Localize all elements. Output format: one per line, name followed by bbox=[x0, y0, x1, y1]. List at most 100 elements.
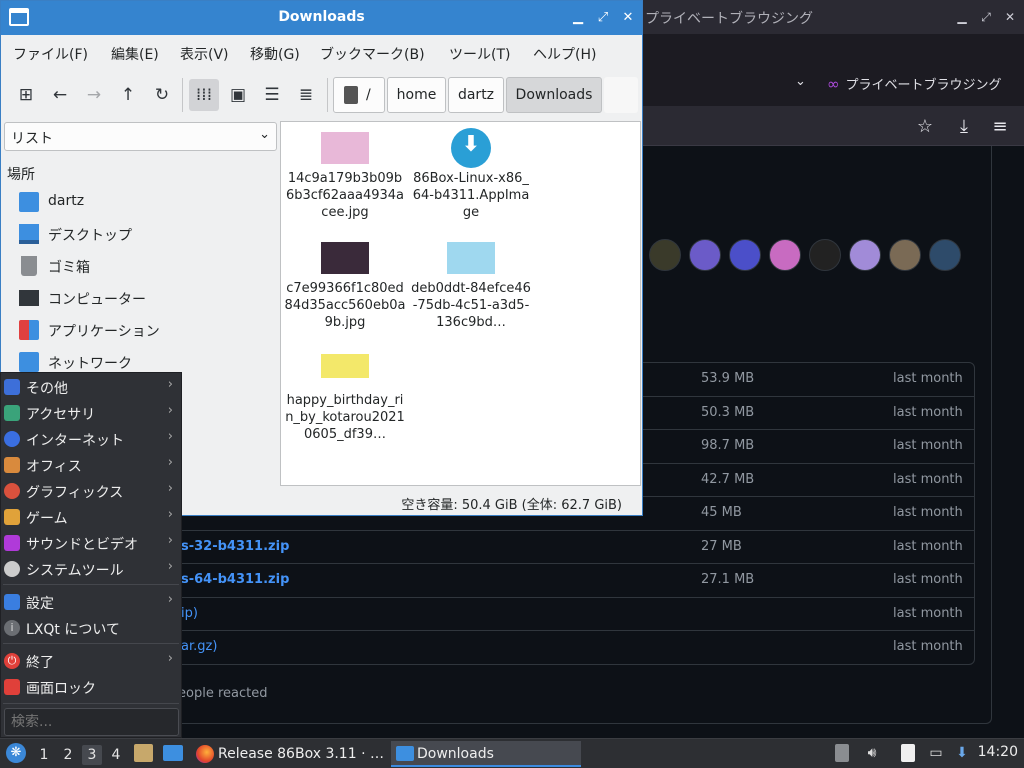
asset-link[interactable]: ar.gz) bbox=[181, 639, 217, 654]
file-view[interactable]: 14c9a179b3b09b6b3cf62aaa4934acee.jpg ⬇ 8… bbox=[280, 121, 641, 486]
avatar[interactable] bbox=[649, 239, 681, 271]
forward-arrow-icon[interactable]: → bbox=[79, 79, 109, 111]
reactions-summary: eople reacted bbox=[178, 686, 268, 701]
menu-go[interactable]: 移動(G) bbox=[250, 44, 300, 64]
clipboard-icon[interactable] bbox=[901, 744, 915, 762]
task-downloads[interactable]: Downloads bbox=[391, 741, 581, 767]
close-icon[interactable]: ✕ bbox=[1000, 7, 1020, 27]
place-computer[interactable]: コンピューター bbox=[19, 284, 277, 312]
file-manager-titlebar[interactable]: Downloads ▁ ⤢ ✕ bbox=[1, 1, 642, 35]
menu-hamburger-icon[interactable]: ≡ bbox=[989, 116, 1011, 138]
menu-category-office[interactable]: オフィス › bbox=[1, 452, 181, 478]
icon-view-icon[interactable]: ⁞⁞⁞ bbox=[189, 79, 219, 111]
lxqt-start-menu-icon[interactable]: ❋ bbox=[6, 743, 26, 763]
place-home[interactable]: dartz bbox=[19, 188, 277, 216]
menu-category-multimedia[interactable]: サウンドとビデオ › bbox=[1, 530, 181, 556]
update-notifier-icon[interactable]: ⬇ bbox=[953, 744, 971, 762]
menu-view[interactable]: 表示(V) bbox=[180, 44, 229, 64]
menu-edit[interactable]: 編集(E) bbox=[111, 44, 159, 64]
thumbnail-view-icon[interactable]: ▣ bbox=[223, 79, 253, 111]
place-trash[interactable]: ゴミ箱 bbox=[19, 252, 277, 280]
maximize-icon[interactable]: ⤢ bbox=[593, 8, 613, 28]
asset-date: last month bbox=[893, 605, 963, 621]
file-item[interactable]: c7e99366f1c80ed84d35acc560eb0a9b.jpg bbox=[284, 242, 406, 331]
asset-date: last month bbox=[893, 404, 963, 420]
menu-about-lxqt[interactable]: i LXQt について bbox=[1, 615, 181, 641]
close-icon[interactable]: ✕ bbox=[618, 8, 638, 28]
menu-tools[interactable]: ツール(T) bbox=[449, 44, 510, 64]
avatar[interactable] bbox=[889, 239, 921, 271]
workspace-3[interactable]: 3 bbox=[82, 745, 102, 765]
file-item[interactable]: happy_birthday_rin_by_kotarou20210605_df… bbox=[284, 354, 406, 443]
up-arrow-icon[interactable]: ↑ bbox=[113, 79, 143, 111]
show-desktop-icon[interactable] bbox=[163, 745, 183, 761]
workspace-1[interactable]: 1 bbox=[34, 745, 54, 765]
menu-category-other[interactable]: その他 › bbox=[1, 374, 181, 400]
menu-search-input[interactable] bbox=[4, 708, 179, 736]
maximize-icon[interactable]: ⤢ bbox=[976, 7, 996, 27]
drive-icon bbox=[344, 86, 358, 104]
asset-row[interactable]: s-64-b4311.zip 27.1 MB last month bbox=[141, 564, 974, 598]
clock[interactable]: 14:20 bbox=[978, 744, 1018, 760]
new-tab-icon[interactable]: ⊞ bbox=[11, 79, 41, 111]
menu-settings[interactable]: 設定 › bbox=[1, 589, 181, 615]
file-manager-launcher-icon[interactable] bbox=[134, 744, 153, 762]
place-desktop[interactable]: デスクトップ bbox=[19, 220, 277, 248]
compact-view-icon[interactable]: ☰ bbox=[257, 79, 287, 111]
avatar[interactable] bbox=[809, 239, 841, 271]
asset-row[interactable]: ar.gz) last month bbox=[141, 631, 974, 665]
asset-date: last month bbox=[893, 572, 963, 587]
avatar[interactable] bbox=[849, 239, 881, 271]
avatar[interactable] bbox=[729, 239, 761, 271]
asset-link[interactable]: s-64-b4311.zip bbox=[181, 572, 289, 587]
side-pane-mode-select[interactable]: リスト ⌄ bbox=[4, 122, 277, 151]
back-arrow-icon[interactable]: ← bbox=[45, 79, 75, 111]
breadcrumb-root[interactable]: / bbox=[333, 77, 385, 113]
avatar[interactable] bbox=[689, 239, 721, 271]
avatar[interactable] bbox=[769, 239, 801, 271]
menu-bookmarks[interactable]: ブックマーク(B) bbox=[320, 44, 425, 64]
menu-shutdown[interactable]: ⏻ 終了 › bbox=[1, 648, 181, 674]
breadcrumb-home[interactable]: home bbox=[387, 77, 446, 113]
volume-icon[interactable]: 🔊︎ bbox=[863, 744, 881, 762]
bookmark-star-icon[interactable]: ☆ bbox=[914, 116, 936, 138]
network-display-icon[interactable]: ▭ bbox=[927, 744, 945, 762]
menu-category-accessories[interactable]: アクセサリ › bbox=[1, 400, 181, 426]
menu-file[interactable]: ファイル(F) bbox=[13, 44, 88, 64]
menu-lock-screen[interactable]: 画面ロック bbox=[1, 674, 181, 700]
menu-about-label: LXQt について bbox=[26, 622, 120, 638]
reload-icon[interactable]: ↻ bbox=[147, 79, 177, 111]
breadcrumb-downloads[interactable]: Downloads bbox=[506, 77, 602, 113]
asset-row[interactable]: ip) last month bbox=[141, 598, 974, 631]
menu-help[interactable]: ヘルプ(H) bbox=[533, 44, 596, 64]
asset-date: last month bbox=[893, 538, 963, 554]
asset-link[interactable]: ip) bbox=[181, 606, 198, 621]
asset-size: 42.7 MB bbox=[701, 471, 755, 487]
menu-shutdown-label: 終了 bbox=[26, 655, 54, 671]
menu-category-label: アクセサリ bbox=[26, 407, 96, 423]
file-item[interactable]: 14c9a179b3b09b6b3cf62aaa4934acee.jpg bbox=[284, 132, 406, 221]
file-item[interactable]: ⬇ 86Box-Linux-x86_64-b4311.AppImage bbox=[410, 128, 532, 221]
start-menu: その他 › アクセサリ › インターネット › オフィス › グラフィックス ›… bbox=[0, 372, 182, 738]
menu-category-system-tools[interactable]: システムツール › bbox=[1, 556, 181, 582]
downloads-icon[interactable]: ⤓ bbox=[953, 116, 975, 138]
minimize-icon[interactable]: ▁ bbox=[568, 8, 588, 28]
asset-row[interactable]: s-32-b4311.zip 27 MB last month bbox=[141, 531, 974, 564]
tray-app-icon[interactable] bbox=[835, 744, 849, 762]
asset-link[interactable]: s-32-b4311.zip bbox=[181, 539, 289, 554]
file-item[interactable]: deb0ddt-84efce46-75db-4c51-a3d5-136c9bd… bbox=[410, 242, 532, 331]
breadcrumb-spacer bbox=[604, 77, 638, 113]
menu-category-internet[interactable]: インターネット › bbox=[1, 426, 181, 452]
workspace-4[interactable]: 4 bbox=[106, 745, 126, 765]
detailed-list-view-icon[interactable]: ≣ bbox=[291, 79, 321, 111]
minimize-icon[interactable]: ▁ bbox=[952, 7, 972, 27]
place-applications[interactable]: アプリケーション bbox=[19, 316, 277, 344]
menu-category-graphics[interactable]: グラフィックス › bbox=[1, 478, 181, 504]
asset-size: 27 MB bbox=[701, 538, 742, 554]
asset-date: last month bbox=[893, 505, 963, 520]
avatar[interactable] bbox=[929, 239, 961, 271]
menu-category-games[interactable]: ゲーム › bbox=[1, 504, 181, 530]
breadcrumb-dartz[interactable]: dartz bbox=[448, 77, 504, 113]
task-firefox[interactable]: Release 86Box 3.11 · … bbox=[192, 741, 384, 767]
workspace-2[interactable]: 2 bbox=[58, 745, 78, 765]
